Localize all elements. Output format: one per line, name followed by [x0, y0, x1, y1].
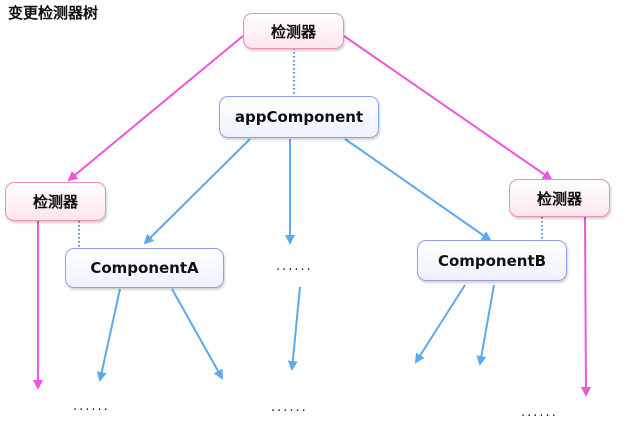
detector-left-node: 检测器	[5, 182, 106, 221]
ellipsis-bottom-left: ......	[73, 399, 110, 414]
detector-root-node: 检测器	[243, 13, 344, 49]
edge-app-to-component-a	[143, 138, 251, 245]
edges-layer	[33, 35, 591, 397]
edge-component-b-right-child	[476, 284, 495, 366]
edge-component-a-right-child	[171, 288, 223, 380]
edge-component-a-left-child	[96, 288, 121, 382]
component-b-node: ComponentB	[417, 240, 567, 281]
ellipsis-middle: ......	[276, 259, 313, 274]
edge-middle-down	[287, 286, 301, 371]
ellipsis-bottom-right: ......	[521, 405, 558, 420]
detector-right-node: 检测器	[509, 179, 610, 217]
edge-component-b-left-child	[414, 284, 466, 364]
edge-detector-right-down	[580, 216, 591, 397]
diagram-title: 变更检测器树	[8, 4, 99, 22]
ellipsis-bottom-middle: ......	[271, 400, 308, 415]
app-component-node: appComponent	[219, 96, 379, 138]
change-detector-tree-diagram: 变更检测器树 检测器 appComponent 检测器 检测器 Componen…	[0, 0, 629, 445]
edge-detector-root-to-left	[67, 35, 244, 182]
edge-app-to-component-b	[344, 138, 492, 242]
component-a-node: ComponentA	[65, 248, 224, 288]
